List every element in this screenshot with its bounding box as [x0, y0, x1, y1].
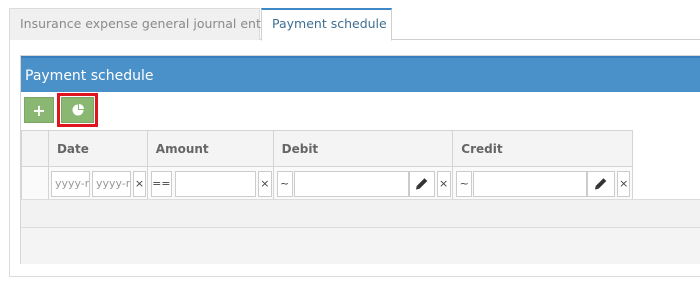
- grid-footer: [21, 227, 700, 264]
- filter-row-select: [21, 166, 49, 200]
- payment-grid: Date Amount Debit Credit yyyy-mm-dd yyyy…: [21, 130, 633, 200]
- credit-edit-button[interactable]: [587, 170, 616, 197]
- column-header-date[interactable]: Date: [47, 130, 148, 167]
- credit-operator-button[interactable]: ~: [456, 170, 473, 197]
- debit-filter-input[interactable]: [293, 170, 409, 197]
- grid-header-row: Date Amount Debit Credit: [21, 130, 633, 167]
- pencil-icon: [595, 177, 607, 189]
- toolbar: +: [21, 92, 700, 130]
- amount-filter-input[interactable]: [174, 170, 256, 197]
- column-header-debit[interactable]: Debit: [272, 130, 454, 167]
- amount-operator-button[interactable]: ==: [150, 170, 172, 197]
- pencil-icon: [416, 177, 427, 189]
- tab-insurance-expense-journal[interactable]: Insurance expense general journal entrie…: [9, 8, 284, 40]
- tab-bar: Insurance expense general journal entrie…: [9, 8, 700, 41]
- credit-clear-button[interactable]: ×: [617, 170, 631, 197]
- panel-title: Payment schedule: [21, 56, 700, 92]
- debit-operator-button[interactable]: ~: [276, 170, 293, 197]
- credit-filter-input[interactable]: [473, 170, 588, 197]
- tab-payment-schedule[interactable]: Payment schedule: [261, 8, 392, 41]
- grid-empty-row: [21, 199, 700, 227]
- debit-clear-button[interactable]: ×: [436, 170, 451, 197]
- chart-button[interactable]: [61, 97, 94, 123]
- date-to-filter[interactable]: yyyy-mm-dd: [91, 170, 131, 197]
- debit-edit-button[interactable]: [408, 170, 435, 197]
- date-from-filter[interactable]: yyyy-mm-dd: [50, 170, 90, 197]
- filter-row: yyyy-mm-dd yyyy-mm-dd × == × ~: [21, 166, 633, 200]
- column-header-amount[interactable]: Amount: [146, 130, 274, 167]
- add-button[interactable]: +: [24, 97, 54, 123]
- payment-schedule-panel: Payment schedule + Date Amount Debit Cre…: [20, 55, 700, 264]
- row-select-header: [21, 130, 49, 167]
- amount-clear-button[interactable]: ×: [257, 170, 272, 197]
- plus-icon: +: [32, 100, 46, 120]
- date-clear-button[interactable]: ×: [132, 170, 146, 197]
- column-header-credit[interactable]: Credit: [452, 130, 633, 167]
- pie-chart-icon: [72, 104, 84, 116]
